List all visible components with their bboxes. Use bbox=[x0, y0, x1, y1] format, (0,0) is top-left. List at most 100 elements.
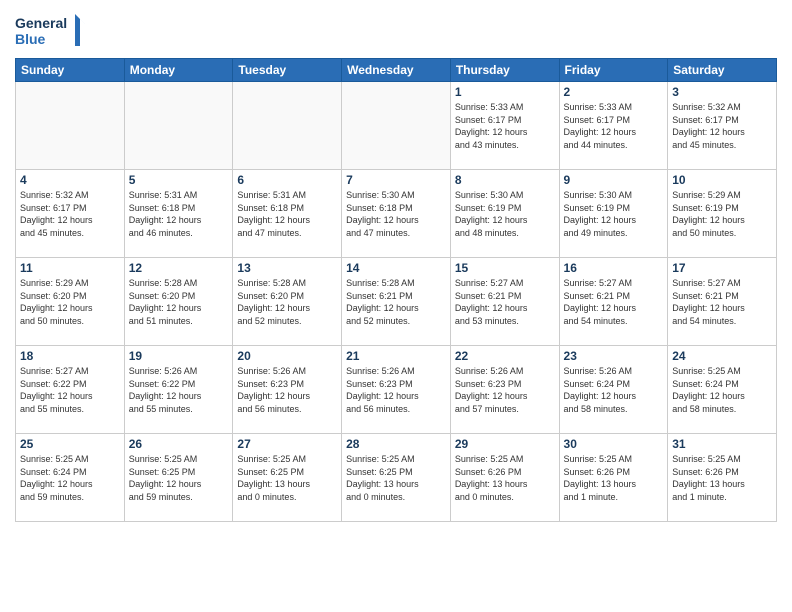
day-cell: 16 Sunrise: 5:27 AM Sunset: 6:21 PM Dayli… bbox=[559, 258, 668, 346]
day-number: 17 bbox=[672, 261, 772, 275]
day-number: 28 bbox=[346, 437, 446, 451]
day-info: Sunrise: 5:25 AM Sunset: 6:25 PM Dayligh… bbox=[129, 453, 229, 503]
day-number: 1 bbox=[455, 85, 555, 99]
day-cell: 1 Sunrise: 5:33 AM Sunset: 6:17 PM Daylig… bbox=[450, 82, 559, 170]
day-cell: 25 Sunrise: 5:25 AM Sunset: 6:24 PM Dayli… bbox=[16, 434, 125, 522]
day-cell: 6 Sunrise: 5:31 AM Sunset: 6:18 PM Daylig… bbox=[233, 170, 342, 258]
day-number: 21 bbox=[346, 349, 446, 363]
day-info: Sunrise: 5:28 AM Sunset: 6:20 PM Dayligh… bbox=[237, 277, 337, 327]
day-info: Sunrise: 5:27 AM Sunset: 6:21 PM Dayligh… bbox=[564, 277, 664, 327]
day-cell: 15Sunrise: 5:27 AM Sunset: 6:21 PM Dayli… bbox=[450, 258, 559, 346]
day-number: 3 bbox=[672, 85, 772, 99]
day-info: Sunrise: 5:33 AM Sunset: 6:17 PM Dayligh… bbox=[455, 101, 555, 151]
day-info: Sunrise: 5:25 AM Sunset: 6:25 PM Dayligh… bbox=[346, 453, 446, 503]
day-info: Sunrise: 5:30 AM Sunset: 6:18 PM Dayligh… bbox=[346, 189, 446, 239]
day-number: 2 bbox=[564, 85, 664, 99]
day-number: 27 bbox=[237, 437, 337, 451]
day-info: Sunrise: 5:25 AM Sunset: 6:26 PM Dayligh… bbox=[455, 453, 555, 503]
day-info: Sunrise: 5:26 AM Sunset: 6:24 PM Dayligh… bbox=[564, 365, 664, 415]
day-number: 5 bbox=[129, 173, 229, 187]
day-info: Sunrise: 5:31 AM Sunset: 6:18 PM Dayligh… bbox=[129, 189, 229, 239]
day-info: Sunrise: 5:27 AM Sunset: 6:21 PM Dayligh… bbox=[672, 277, 772, 327]
day-cell: 10 Sunrise: 5:29 AM Sunset: 6:19 PM Dayli… bbox=[668, 170, 777, 258]
day-cell: 22Sunrise: 5:26 AM Sunset: 6:23 PM Dayli… bbox=[450, 346, 559, 434]
weekday-header-row: SundayMondayTuesdayWednesdayThursdayFrid… bbox=[16, 59, 777, 82]
day-number: 7 bbox=[346, 173, 446, 187]
weekday-sunday: Sunday bbox=[16, 59, 125, 82]
day-cell: 11Sunrise: 5:29 AM Sunset: 6:20 PM Dayli… bbox=[16, 258, 125, 346]
day-info: Sunrise: 5:25 AM Sunset: 6:25 PM Dayligh… bbox=[237, 453, 337, 503]
day-cell bbox=[342, 82, 451, 170]
day-cell: 14Sunrise: 5:28 AM Sunset: 6:21 PM Dayli… bbox=[342, 258, 451, 346]
day-cell: 19 Sunrise: 5:26 AM Sunset: 6:22 PM Dayli… bbox=[124, 346, 233, 434]
day-info: Sunrise: 5:26 AM Sunset: 6:22 PM Dayligh… bbox=[129, 365, 229, 415]
day-cell: 2 Sunrise: 5:33 AM Sunset: 6:17 PM Daylig… bbox=[559, 82, 668, 170]
day-cell: 5 Sunrise: 5:31 AM Sunset: 6:18 PM Daylig… bbox=[124, 170, 233, 258]
day-cell: 30Sunrise: 5:25 AM Sunset: 6:26 PM Dayli… bbox=[559, 434, 668, 522]
day-info: Sunrise: 5:27 AM Sunset: 6:22 PM Dayligh… bbox=[20, 365, 120, 415]
day-info: Sunrise: 5:28 AM Sunset: 6:20 PM Dayligh… bbox=[129, 277, 229, 327]
day-cell: 8 Sunrise: 5:30 AM Sunset: 6:19 PM Daylig… bbox=[450, 170, 559, 258]
day-cell: 4 Sunrise: 5:32 AM Sunset: 6:17 PM Daylig… bbox=[16, 170, 125, 258]
day-number: 18 bbox=[20, 349, 120, 363]
day-number: 16 bbox=[564, 261, 664, 275]
weekday-friday: Friday bbox=[559, 59, 668, 82]
day-info: Sunrise: 5:30 AM Sunset: 6:19 PM Dayligh… bbox=[455, 189, 555, 239]
day-cell bbox=[233, 82, 342, 170]
week-row-1: 1 Sunrise: 5:33 AM Sunset: 6:17 PM Daylig… bbox=[16, 82, 777, 170]
weekday-thursday: Thursday bbox=[450, 59, 559, 82]
day-info: Sunrise: 5:26 AM Sunset: 6:23 PM Dayligh… bbox=[237, 365, 337, 415]
day-info: Sunrise: 5:32 AM Sunset: 6:17 PM Dayligh… bbox=[672, 101, 772, 151]
day-number: 13 bbox=[237, 261, 337, 275]
day-number: 26 bbox=[129, 437, 229, 451]
day-cell: 18 Sunrise: 5:27 AM Sunset: 6:22 PM Dayli… bbox=[16, 346, 125, 434]
week-row-2: 4 Sunrise: 5:32 AM Sunset: 6:17 PM Daylig… bbox=[16, 170, 777, 258]
svg-text:General: General bbox=[15, 15, 67, 31]
day-number: 11 bbox=[20, 261, 120, 275]
day-cell: 17 Sunrise: 5:27 AM Sunset: 6:21 PM Dayli… bbox=[668, 258, 777, 346]
day-number: 10 bbox=[672, 173, 772, 187]
day-info: Sunrise: 5:25 AM Sunset: 6:26 PM Dayligh… bbox=[564, 453, 664, 503]
day-cell: 24Sunrise: 5:25 AM Sunset: 6:24 PM Dayli… bbox=[668, 346, 777, 434]
calendar: SundayMondayTuesdayWednesdayThursdayFrid… bbox=[15, 58, 777, 522]
day-cell: 26 Sunrise: 5:25 AM Sunset: 6:25 PM Dayli… bbox=[124, 434, 233, 522]
week-row-4: 18 Sunrise: 5:27 AM Sunset: 6:22 PM Dayli… bbox=[16, 346, 777, 434]
header: General Blue bbox=[15, 10, 777, 50]
day-number: 6 bbox=[237, 173, 337, 187]
day-info: Sunrise: 5:31 AM Sunset: 6:18 PM Dayligh… bbox=[237, 189, 337, 239]
day-number: 8 bbox=[455, 173, 555, 187]
day-info: Sunrise: 5:27 AM Sunset: 6:21 PM Dayligh… bbox=[455, 277, 555, 327]
logo-svg: General Blue bbox=[15, 10, 85, 50]
weekday-monday: Monday bbox=[124, 59, 233, 82]
weekday-wednesday: Wednesday bbox=[342, 59, 451, 82]
day-info: Sunrise: 5:33 AM Sunset: 6:17 PM Dayligh… bbox=[564, 101, 664, 151]
day-number: 4 bbox=[20, 173, 120, 187]
day-info: Sunrise: 5:26 AM Sunset: 6:23 PM Dayligh… bbox=[455, 365, 555, 415]
day-cell: 31 Sunrise: 5:25 AM Sunset: 6:26 PM Dayli… bbox=[668, 434, 777, 522]
logo: General Blue bbox=[15, 10, 85, 50]
day-number: 14 bbox=[346, 261, 446, 275]
day-cell: 13 Sunrise: 5:28 AM Sunset: 6:20 PM Dayli… bbox=[233, 258, 342, 346]
week-row-3: 11Sunrise: 5:29 AM Sunset: 6:20 PM Dayli… bbox=[16, 258, 777, 346]
day-number: 23 bbox=[564, 349, 664, 363]
day-info: Sunrise: 5:25 AM Sunset: 6:26 PM Dayligh… bbox=[672, 453, 772, 503]
day-cell: 28 Sunrise: 5:25 AM Sunset: 6:25 PM Dayli… bbox=[342, 434, 451, 522]
day-info: Sunrise: 5:30 AM Sunset: 6:19 PM Dayligh… bbox=[564, 189, 664, 239]
day-number: 12 bbox=[129, 261, 229, 275]
day-number: 19 bbox=[129, 349, 229, 363]
day-info: Sunrise: 5:29 AM Sunset: 6:19 PM Dayligh… bbox=[672, 189, 772, 239]
day-info: Sunrise: 5:32 AM Sunset: 6:17 PM Dayligh… bbox=[20, 189, 120, 239]
day-number: 20 bbox=[237, 349, 337, 363]
day-number: 31 bbox=[672, 437, 772, 451]
day-number: 25 bbox=[20, 437, 120, 451]
day-cell: 12 Sunrise: 5:28 AM Sunset: 6:20 PM Dayli… bbox=[124, 258, 233, 346]
weekday-tuesday: Tuesday bbox=[233, 59, 342, 82]
day-cell: 29Sunrise: 5:25 AM Sunset: 6:26 PM Dayli… bbox=[450, 434, 559, 522]
page: General Blue SundayMondayTuesdayWednesda… bbox=[0, 0, 792, 612]
day-cell: 21 Sunrise: 5:26 AM Sunset: 6:23 PM Dayli… bbox=[342, 346, 451, 434]
week-row-5: 25 Sunrise: 5:25 AM Sunset: 6:24 PM Dayli… bbox=[16, 434, 777, 522]
svg-text:Blue: Blue bbox=[15, 31, 46, 47]
day-info: Sunrise: 5:25 AM Sunset: 6:24 PM Dayligh… bbox=[20, 453, 120, 503]
day-cell bbox=[16, 82, 125, 170]
day-info: Sunrise: 5:26 AM Sunset: 6:23 PM Dayligh… bbox=[346, 365, 446, 415]
